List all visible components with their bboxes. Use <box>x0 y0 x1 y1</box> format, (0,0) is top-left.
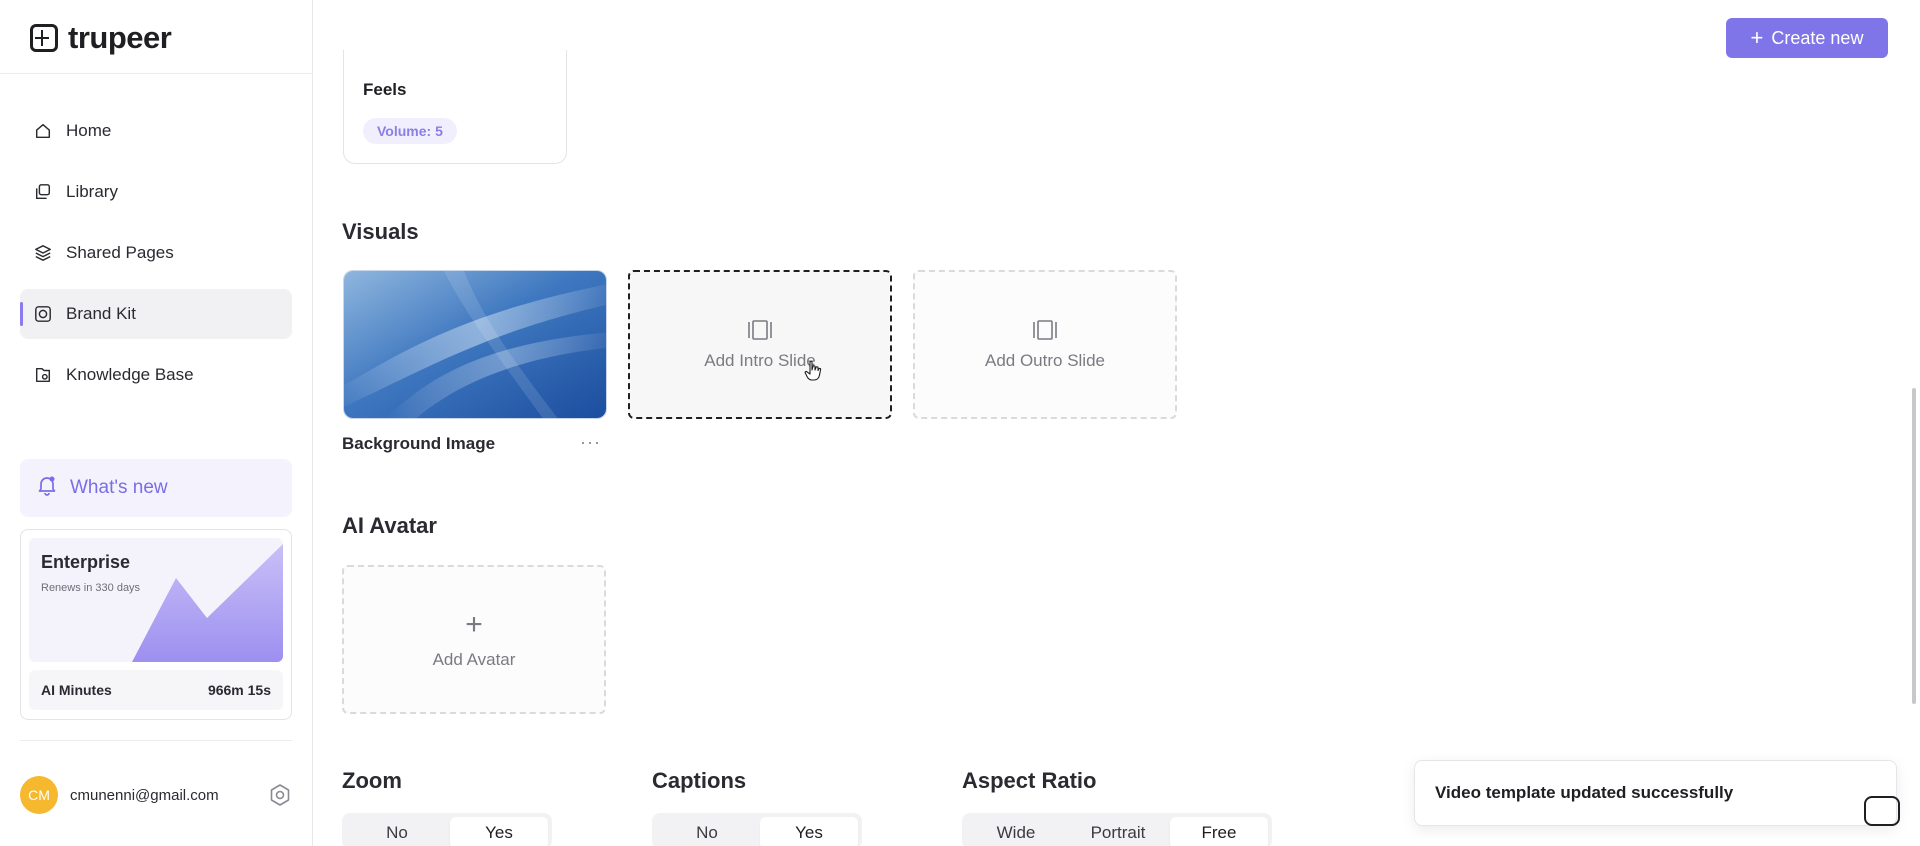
home-icon <box>34 122 52 140</box>
user-email: cmunenni@gmail.com <box>70 786 219 804</box>
sidebar-item-library[interactable]: Library <box>20 167 292 217</box>
sidebar-item-label: Knowledge Base <box>66 365 194 384</box>
add-outro-slide-label: Add Outro Slide <box>984 350 1105 370</box>
aspect-option-wide[interactable]: Wide <box>966 817 1066 846</box>
add-avatar-label: Add Avatar <box>432 649 516 669</box>
sidebar-item-label: Brand Kit <box>66 304 136 323</box>
plan-card: Enterprise Renews in 330 days AI Minutes… <box>20 529 292 720</box>
background-image-label: Background Image <box>342 434 496 453</box>
create-new-label: Create new <box>1771 27 1864 48</box>
knowledge-icon <box>34 366 52 384</box>
toast-message: Video template updated successfully <box>1435 783 1734 802</box>
brand-kit-icon <box>34 305 52 323</box>
avatar: CM <box>20 776 58 814</box>
app-logo[interactable]: trupeer <box>30 20 172 55</box>
plan-renews: Renews in 330 days <box>41 582 141 594</box>
ai-minutes-value: 966m 15s <box>207 682 271 698</box>
aspect-option-portrait[interactable]: Portrait <box>1068 817 1168 846</box>
zoom-option-yes[interactable]: Yes <box>450 817 548 846</box>
sidebar-item-knowledge-base[interactable]: Knowledge Base <box>20 350 292 400</box>
volume-badge: Volume: 5 <box>363 118 457 144</box>
captions-option-yes[interactable]: Yes <box>760 817 858 846</box>
scrollbar[interactable] <box>1912 388 1916 704</box>
whats-new-label: What's new <box>70 477 168 498</box>
sidebar-item-brand-kit[interactable]: Brand Kit <box>20 289 292 339</box>
bell-icon <box>36 474 58 502</box>
zoom-toggle: No Yes <box>342 813 552 846</box>
zoom-heading: Zoom <box>342 768 402 793</box>
whats-new-button[interactable]: What's new <box>20 459 292 517</box>
divider <box>20 740 292 741</box>
sidebar-item-label: Shared Pages <box>66 243 174 262</box>
zoom-option-no[interactable]: No <box>346 817 448 846</box>
plus-icon: + <box>465 607 483 641</box>
sidebar-item-shared-pages[interactable]: Shared Pages <box>20 228 292 278</box>
chat-support-icon[interactable] <box>1864 796 1900 826</box>
visuals-heading: Visuals <box>342 219 419 244</box>
sidebar-item-label: Library <box>66 182 118 201</box>
add-intro-slide-button[interactable]: Add Intro Slide <box>628 270 892 419</box>
voice-name: Feels <box>363 80 407 99</box>
divider <box>0 73 313 74</box>
plan-title: Enterprise <box>41 552 131 572</box>
create-new-button[interactable]: + Create new <box>1726 18 1888 58</box>
logo-mark-icon <box>30 24 58 52</box>
aspect-ratio-toggle: Wide Portrait Free <box>962 813 1272 846</box>
ai-minutes-row: AI Minutes 966m 15s <box>29 670 283 710</box>
sidebar-nav: Home Library Shared Pages Brand Kit Know… <box>20 106 292 411</box>
sidebar-item-label: Home <box>66 121 112 140</box>
layers-icon <box>34 244 52 262</box>
aspect-option-free[interactable]: Free <box>1170 817 1268 846</box>
background-image-thumbnail[interactable] <box>343 270 607 419</box>
success-toast: Video template updated successfully <box>1414 760 1897 826</box>
captions-option-no[interactable]: No <box>656 817 758 846</box>
aspect-ratio-heading: Aspect Ratio <box>962 768 1097 793</box>
library-icon <box>34 183 52 201</box>
sidebar: trupeer Home Library Shared Pages Brand <box>0 0 313 846</box>
plan-graphic: Enterprise Renews in 330 days <box>29 538 283 662</box>
user-profile[interactable]: CM cmunenni@gmail.com <box>20 776 292 814</box>
slide-icon <box>748 319 772 340</box>
more-options-icon[interactable]: ··· <box>580 432 601 453</box>
background-image <box>344 271 606 418</box>
voice-card[interactable]: Feels Volume: 5 <box>343 50 567 164</box>
add-outro-slide-button[interactable]: Add Outro Slide <box>913 270 1177 419</box>
captions-toggle: No Yes <box>652 813 862 846</box>
hand-cursor-icon <box>804 360 822 381</box>
add-intro-slide-label: Add Intro Slide <box>704 350 816 370</box>
logo-text: trupeer <box>68 20 172 55</box>
plus-icon: + <box>1750 25 1764 50</box>
sidebar-item-home[interactable]: Home <box>20 106 292 156</box>
settings-icon[interactable] <box>268 783 292 807</box>
ai-avatar-heading: AI Avatar <box>342 513 437 538</box>
captions-heading: Captions <box>652 768 747 793</box>
add-avatar-button[interactable]: + Add Avatar <box>342 565 606 714</box>
slide-icon <box>1033 319 1057 340</box>
ai-minutes-label: AI Minutes <box>41 682 112 698</box>
